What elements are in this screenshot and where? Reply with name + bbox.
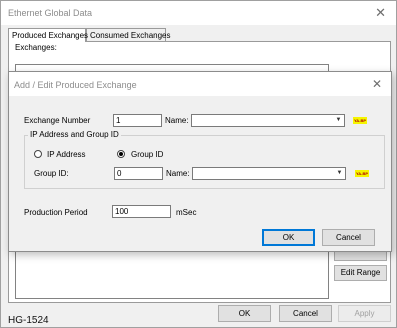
- name-label: Name:: [165, 116, 189, 125]
- highlight-annotation-icon: ΥΑ-ΒΡ: [355, 170, 369, 177]
- inner-dialog-title: Add / Edit Produced Exchange: [14, 80, 137, 90]
- group-id-label: Group ID:: [34, 169, 69, 178]
- cancel-button[interactable]: Cancel: [279, 305, 332, 322]
- ip-address-radio-label[interactable]: IP Address: [47, 150, 86, 159]
- group-name-combobox[interactable]: ▼: [192, 167, 346, 180]
- ip-group-box: IP Address and Group ID IP Address Group…: [24, 130, 385, 189]
- close-icon[interactable]: ✕: [372, 77, 382, 91]
- dialog-title-bar: Ethernet Global Data ✕: [1, 1, 396, 25]
- tab-consumed-exchanges[interactable]: Consumed Exchanges: [86, 28, 171, 41]
- dialog-title: Ethernet Global Data: [8, 8, 93, 18]
- exchange-number-input[interactable]: 1: [113, 114, 162, 127]
- chevron-down-icon[interactable]: ▼: [334, 116, 343, 125]
- ok-button[interactable]: OK: [218, 305, 271, 322]
- group-name-label: Name:: [166, 169, 190, 178]
- inner-ok-button[interactable]: OK: [262, 229, 315, 246]
- chevron-down-icon[interactable]: ▼: [335, 169, 344, 178]
- group-id-radio-label[interactable]: Group ID: [131, 150, 163, 159]
- tab-produced-exchanges[interactable]: Produced Exchanges: [8, 28, 88, 42]
- group-id-input[interactable]: 0: [114, 167, 163, 180]
- name-combobox[interactable]: ▼: [191, 114, 345, 127]
- close-icon[interactable]: ✕: [375, 5, 386, 21]
- inner-dialog-title-bar: Add / Edit Produced Exchange ✕: [9, 72, 391, 96]
- status-label: HG-1524: [8, 315, 49, 326]
- inner-cancel-button[interactable]: Cancel: [322, 229, 375, 246]
- production-period-input[interactable]: 100: [112, 205, 171, 218]
- production-period-unit: mSec: [176, 208, 197, 217]
- exchanges-label: Exchanges:: [15, 43, 57, 52]
- highlight-annotation-icon: ΥΑ-ΒΡ: [353, 117, 367, 124]
- group-id-radio[interactable]: [117, 150, 125, 158]
- ip-address-radio[interactable]: [34, 150, 42, 158]
- apply-button[interactable]: Apply: [338, 305, 391, 322]
- production-period-label: Production Period: [24, 208, 88, 217]
- exchange-number-label: Exchange Number: [24, 116, 91, 125]
- edit-range-button[interactable]: Edit Range: [334, 265, 387, 281]
- add-edit-produced-exchange-dialog: Add / Edit Produced Exchange ✕ Exchange …: [8, 71, 392, 252]
- ip-group-title: IP Address and Group ID: [28, 130, 121, 139]
